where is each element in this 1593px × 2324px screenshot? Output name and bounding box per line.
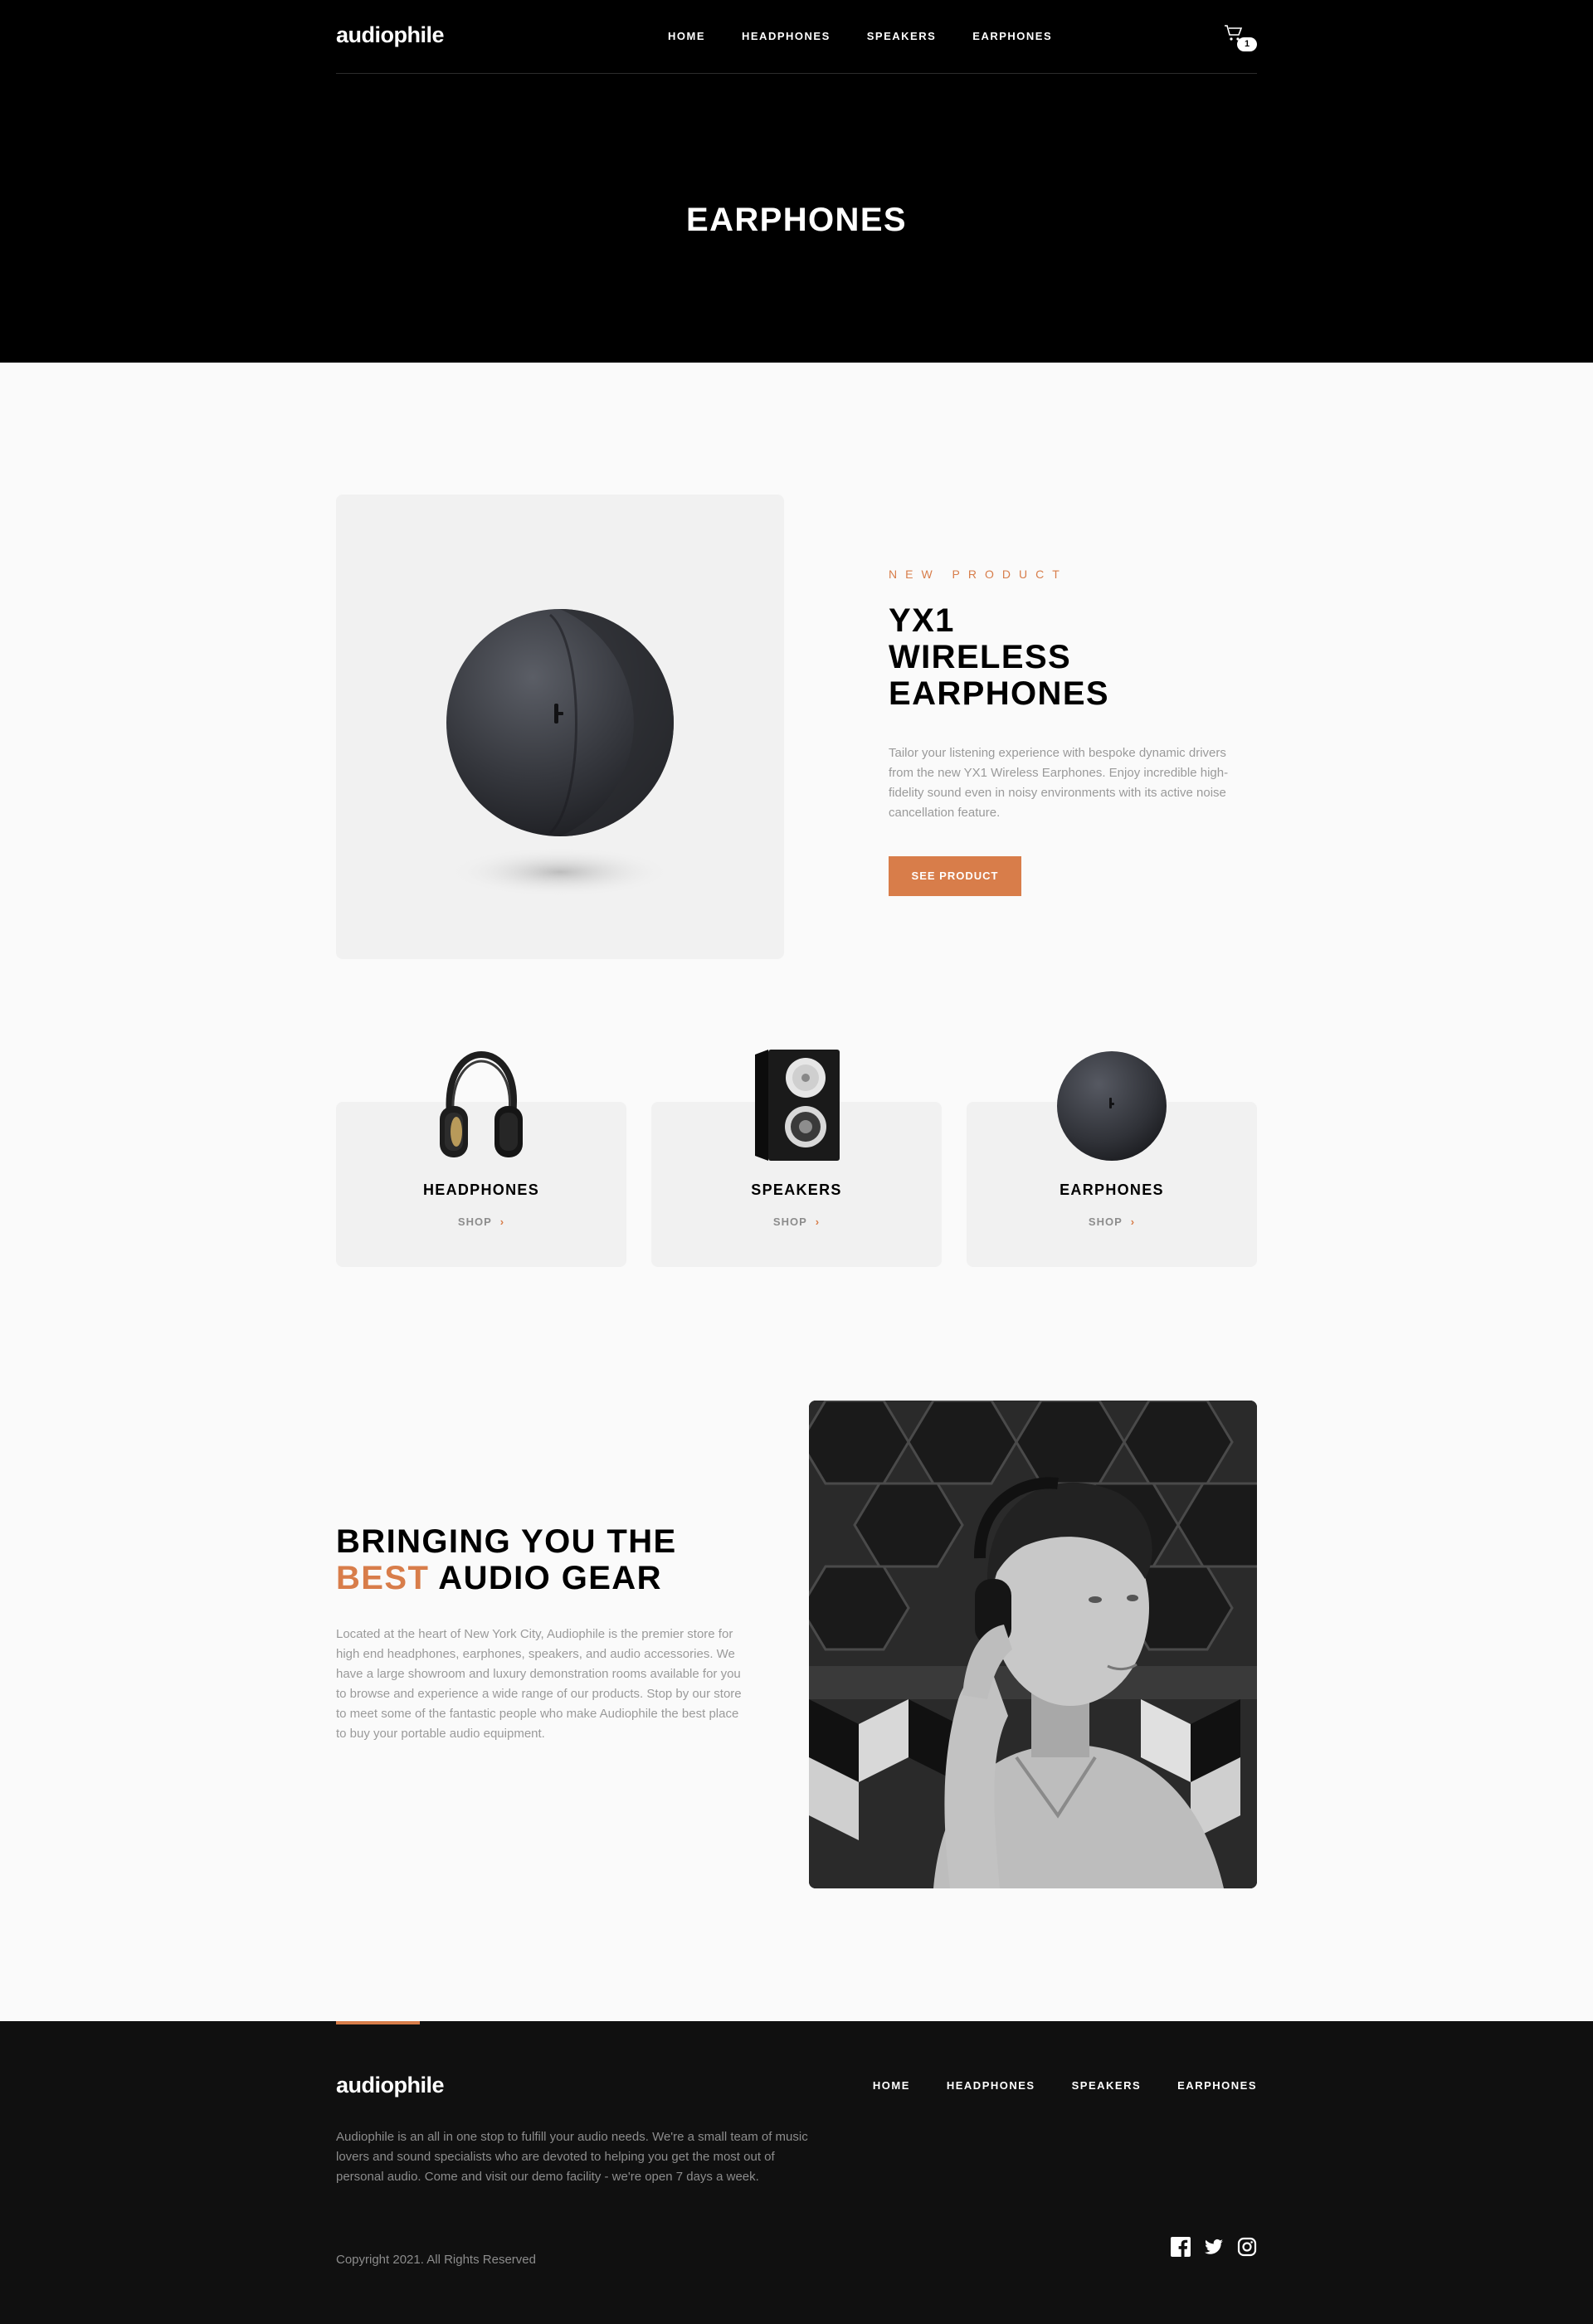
earphones-image bbox=[1057, 1051, 1167, 1161]
chevron-right-icon: › bbox=[1130, 1216, 1136, 1228]
speaker-image bbox=[755, 1050, 840, 1161]
product-info: NEW PRODUCT YX1 WIRELESS EARPHONES Tailo… bbox=[889, 568, 1258, 896]
twitter-icon[interactable] bbox=[1204, 2237, 1224, 2257]
cart-button[interactable]: 1 bbox=[1224, 25, 1257, 55]
facebook-icon[interactable] bbox=[1171, 2237, 1191, 2257]
footer-nav-headphones[interactable]: HEADPHONES bbox=[947, 2079, 1035, 2092]
copyright: Copyright 2021. All Rights Reserved bbox=[336, 2253, 536, 2267]
about-title: BRINGING YOU THE BEST AUDIO GEAR bbox=[336, 1523, 743, 1596]
shop-link[interactable]: SHOP › bbox=[336, 1216, 626, 1228]
footer-nav-earphones[interactable]: EARPHONES bbox=[1177, 2079, 1257, 2092]
new-product-overline: NEW PRODUCT bbox=[889, 568, 1068, 581]
category-title: SPEAKERS bbox=[751, 1181, 842, 1198]
about-description: Located at the heart of New York City, A… bbox=[336, 1627, 742, 1741]
footer-nav-speakers[interactable]: SPEAKERS bbox=[1072, 2079, 1142, 2092]
shop-label: SHOP bbox=[1088, 1216, 1123, 1228]
about-section: BRINGING YOU THE BEST AUDIO GEAR Located… bbox=[336, 1523, 743, 1744]
shop-link[interactable]: SHOP › bbox=[967, 1216, 1257, 1228]
category-card-earphones[interactable]: EARPHONES SHOP › bbox=[967, 1051, 1257, 1267]
category-title: EARPHONES bbox=[1060, 1181, 1164, 1198]
footer-nav-home[interactable]: HOME bbox=[873, 2079, 910, 2092]
instagram-icon[interactable] bbox=[1237, 2237, 1257, 2257]
footer-logo[interactable]: audiophile bbox=[336, 2073, 445, 2098]
cart-count-badge: 1 bbox=[1237, 37, 1257, 51]
footer-nav: HOME HEADPHONES SPEAKERS EARPHONES bbox=[873, 2079, 1257, 2092]
see-product-button[interactable]: SEE PRODUCT bbox=[889, 856, 1021, 896]
headphones-image bbox=[440, 1050, 523, 1157]
chevron-right-icon: › bbox=[815, 1216, 821, 1228]
top-nav: audiophile HOME HEADPHONES SPEAKERS EARP… bbox=[336, 0, 1257, 74]
product-name-line2: WIRELESS bbox=[889, 639, 1072, 675]
site-footer: audiophile HOME HEADPHONES SPEAKERS EARP… bbox=[0, 2021, 1593, 2324]
about-title-accent: BEST bbox=[336, 1560, 430, 1596]
earphones-case-image bbox=[446, 609, 674, 897]
category-card-speakers[interactable]: SPEAKERS SHOP › bbox=[651, 1050, 942, 1267]
shop-link[interactable]: SHOP › bbox=[651, 1216, 942, 1228]
nav-home[interactable]: HOME bbox=[668, 30, 705, 42]
nav-headphones[interactable]: HEADPHONES bbox=[742, 30, 831, 42]
footer-accent-bar bbox=[336, 2021, 420, 2024]
product-description: Tailor your listening experience with be… bbox=[889, 746, 1229, 820]
nav-speakers[interactable]: SPEAKERS bbox=[867, 30, 937, 42]
nav-links: HOME HEADPHONES SPEAKERS EARPHONES bbox=[668, 30, 1052, 42]
product-image bbox=[336, 495, 784, 959]
shop-label: SHOP bbox=[457, 1216, 492, 1228]
product-name-line1: YX1 bbox=[889, 602, 955, 639]
nav-earphones[interactable]: EARPHONES bbox=[972, 30, 1052, 42]
product-name: YX1 WIRELESS EARPHONES bbox=[889, 602, 1258, 712]
site-header: audiophile HOME HEADPHONES SPEAKERS EARP… bbox=[0, 0, 1593, 363]
about-title-rest: AUDIO GEAR bbox=[429, 1560, 662, 1596]
social-links bbox=[1171, 2237, 1257, 2257]
man-with-headphones-photo bbox=[809, 1401, 1257, 1888]
page-title: EARPHONES bbox=[686, 202, 907, 238]
product-name-line3: EARPHONES bbox=[889, 675, 1109, 712]
shop-label: SHOP bbox=[772, 1216, 807, 1228]
about-photo bbox=[809, 1401, 1257, 1888]
chevron-right-icon: › bbox=[499, 1216, 505, 1228]
logo[interactable]: audiophile bbox=[336, 22, 445, 48]
about-title-line1: BRINGING YOU THE bbox=[336, 1523, 677, 1560]
footer-description: Audiophile is an all in one stop to fulf… bbox=[336, 2130, 808, 2184]
category-card-headphones[interactable]: HEADPHONES SHOP › bbox=[336, 1050, 626, 1267]
category-title: HEADPHONES bbox=[422, 1181, 540, 1198]
